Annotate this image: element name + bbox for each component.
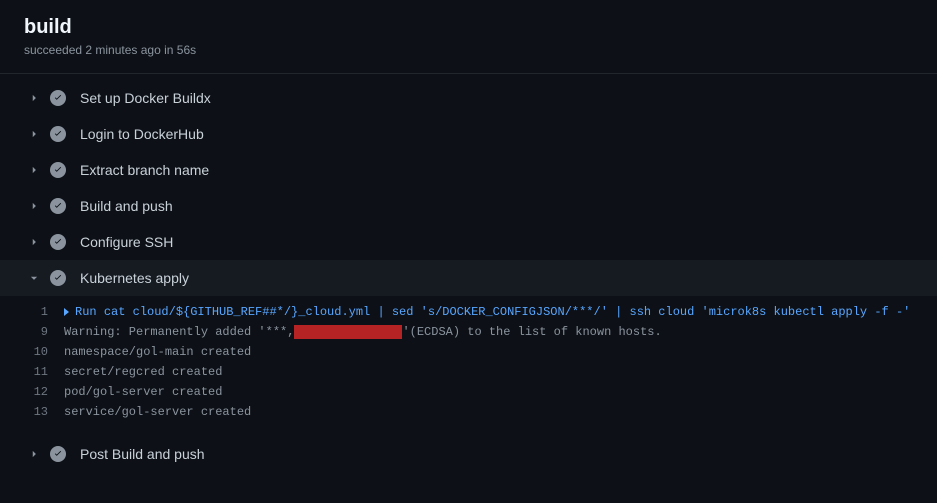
step-build-and-push[interactable]: Build and push <box>0 188 937 224</box>
step-label: Build and push <box>80 198 173 214</box>
log-line-content: Run cat cloud/${GITHUB_REF##*/}_cloud.ym… <box>64 302 910 322</box>
step-label: Configure SSH <box>80 234 173 250</box>
redacted-block <box>294 325 402 339</box>
step-label: Post Build and push <box>80 446 205 462</box>
log-line[interactable]: 13 service/gol-server created <box>16 402 937 422</box>
log-output: 1 Run cat cloud/${GITHUB_REF##*/}_cloud.… <box>16 296 937 436</box>
step-label: Login to DockerHub <box>80 126 204 142</box>
log-line-number: 10 <box>24 342 64 362</box>
step-post-build-and-push[interactable]: Post Build and push <box>0 436 937 472</box>
step-login-to-dockerhub[interactable]: Login to DockerHub <box>0 116 937 152</box>
disclosure-triangle-icon <box>64 308 69 316</box>
check-circle-icon <box>50 446 66 462</box>
log-line-number: 12 <box>24 382 64 402</box>
check-circle-icon <box>50 90 66 106</box>
step-set-up-docker-buildx[interactable]: Set up Docker Buildx <box>0 80 937 116</box>
step-kubernetes-apply[interactable]: Kubernetes apply <box>0 260 937 296</box>
job-header: build succeeded 2 minutes ago in 56s <box>0 0 937 74</box>
job-title: build <box>24 16 913 39</box>
log-line[interactable]: 10 namespace/gol-main created <box>16 342 937 362</box>
log-line[interactable]: 12 pod/gol-server created <box>16 382 937 402</box>
chevron-right-icon <box>26 198 42 214</box>
step-configure-ssh[interactable]: Configure SSH <box>0 224 937 260</box>
check-circle-icon <box>50 198 66 214</box>
chevron-right-icon <box>26 234 42 250</box>
chevron-right-icon <box>26 126 42 142</box>
log-line[interactable]: 1 Run cat cloud/${GITHUB_REF##*/}_cloud.… <box>16 302 937 322</box>
steps-list: Set up Docker Buildx Login to DockerHub … <box>0 74 937 472</box>
chevron-right-icon <box>26 162 42 178</box>
log-line[interactable]: 11 secret/regcred created <box>16 362 937 382</box>
chevron-down-icon <box>26 270 42 286</box>
step-label: Extract branch name <box>80 162 209 178</box>
log-line-content: Warning: Permanently added '***,'(ECDSA)… <box>64 322 662 342</box>
log-line-number: 9 <box>24 322 64 342</box>
log-line-content: service/gol-server created <box>64 402 251 422</box>
chevron-right-icon <box>26 446 42 462</box>
log-line-number: 13 <box>24 402 64 422</box>
chevron-right-icon <box>26 90 42 106</box>
log-line-content: secret/regcred created <box>64 362 222 382</box>
check-circle-icon <box>50 162 66 178</box>
step-extract-branch-name[interactable]: Extract branch name <box>0 152 937 188</box>
log-line-content: pod/gol-server created <box>64 382 222 402</box>
log-line-content: namespace/gol-main created <box>64 342 251 362</box>
check-circle-icon <box>50 234 66 250</box>
log-line[interactable]: 9 Warning: Permanently added '***,'(ECDS… <box>16 322 937 342</box>
job-subtitle: succeeded 2 minutes ago in 56s <box>24 43 913 57</box>
log-line-number: 1 <box>24 302 64 322</box>
check-circle-icon <box>50 270 66 286</box>
step-label: Kubernetes apply <box>80 270 189 286</box>
step-label: Set up Docker Buildx <box>80 90 211 106</box>
check-circle-icon <box>50 126 66 142</box>
log-line-number: 11 <box>24 362 64 382</box>
